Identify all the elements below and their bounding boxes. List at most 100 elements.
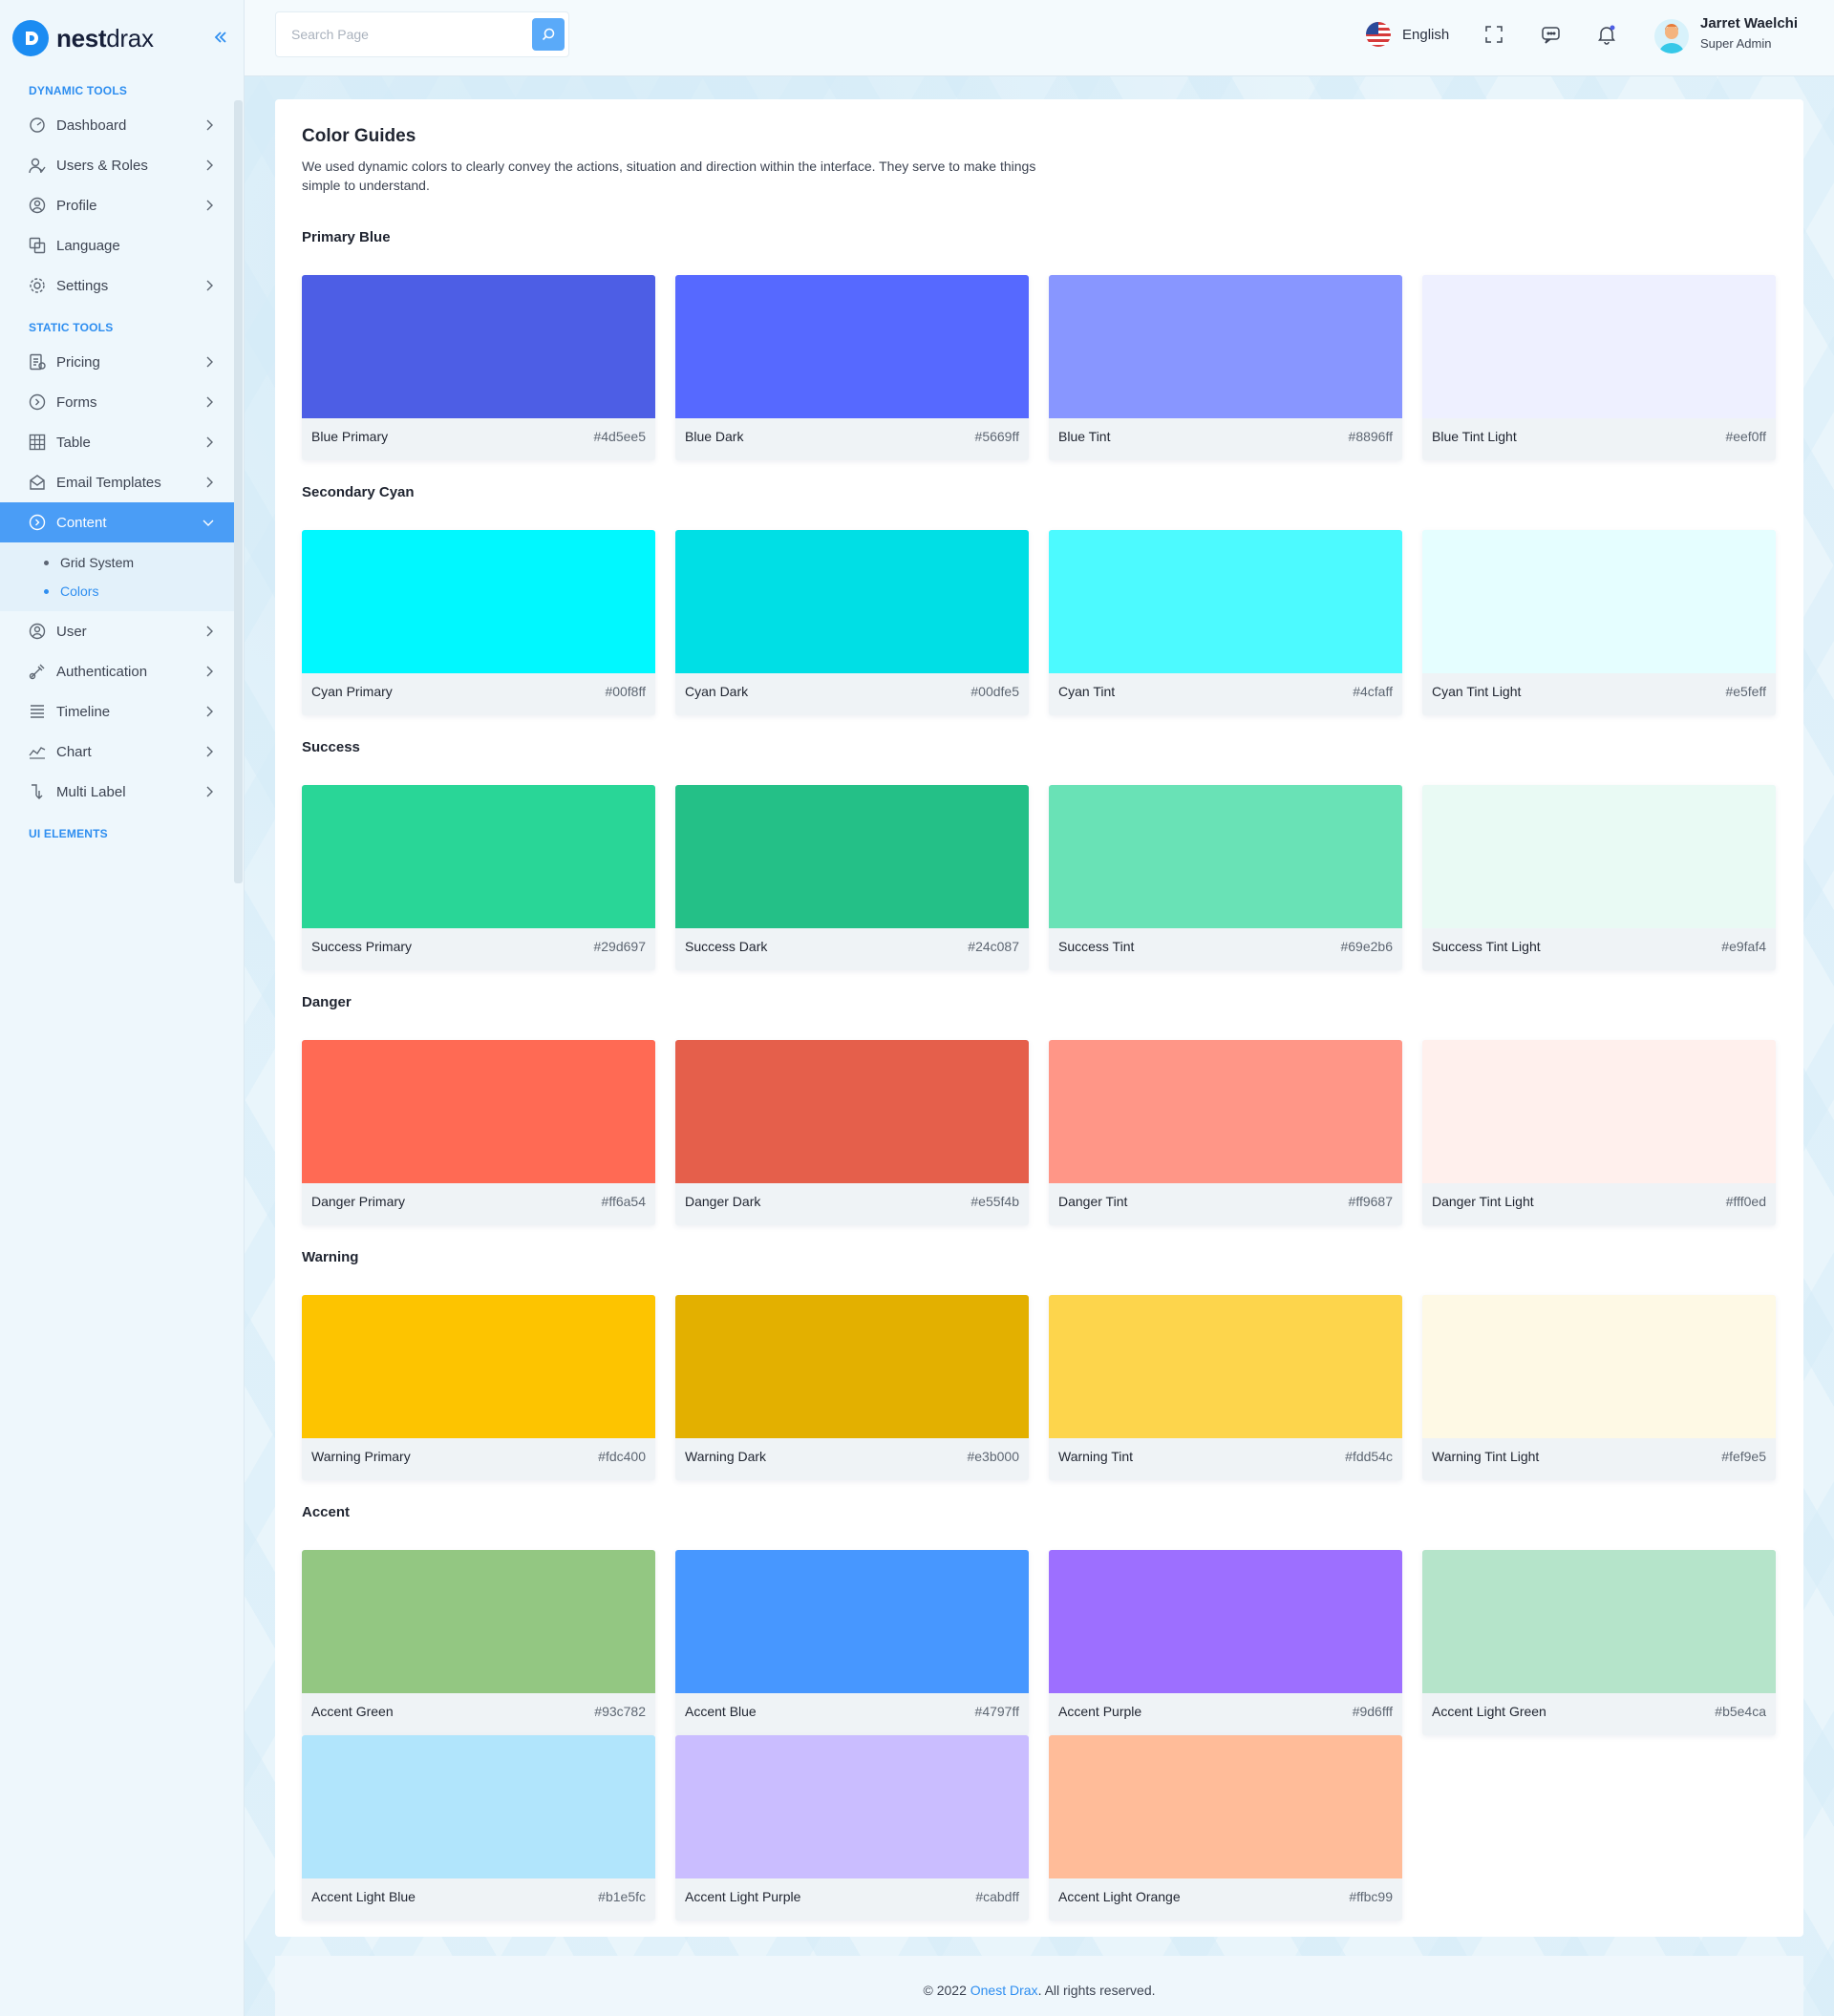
color-swatch[interactable]: Success Tint #69e2b6 (1049, 785, 1402, 970)
chevron-right-icon (203, 118, 215, 132)
sidebar-item-email-templates[interactable]: Email Templates (0, 462, 234, 502)
sidebar-item-pricing[interactable]: Pricing (0, 342, 234, 382)
color-name: Success Tint Light (1432, 939, 1541, 954)
sidebar-item-chart[interactable]: Chart (0, 732, 234, 772)
brand[interactable]: nestdrax (0, 0, 244, 76)
brand-logo-icon (12, 20, 49, 56)
sidebar-item-settings[interactable]: Settings (0, 265, 234, 306)
color-swatch-fill (675, 1295, 1029, 1438)
color-swatch-fill (675, 785, 1029, 928)
user-name[interactable]: Jarret Waelchi (1700, 15, 1798, 32)
chevron-right-icon (203, 279, 215, 292)
color-swatch[interactable]: Danger Primary #ff6a54 (302, 1040, 655, 1225)
sidebar-item-language[interactable]: Language (0, 225, 234, 265)
color-swatch-fill (1049, 1735, 1402, 1878)
color-swatch[interactable]: Accent Light Blue #b1e5fc (302, 1735, 655, 1921)
chat-icon[interactable] (1540, 23, 1563, 46)
sidebar-item-label: Forms (56, 393, 97, 411)
sidebar-subitem-colors[interactable]: Colors (0, 577, 234, 605)
color-swatch-fill (1049, 530, 1402, 673)
color-swatch[interactable]: Blue Tint #8896ff (1049, 275, 1402, 460)
email-icon (29, 474, 46, 491)
color-swatch-fill (302, 1550, 655, 1693)
sidebar-item-users-roles[interactable]: Users & Roles (0, 145, 234, 185)
color-group-title: Warning (302, 1249, 359, 1265)
sidebar-item-forms[interactable]: Forms (0, 382, 234, 422)
color-name: Danger Tint Light (1432, 1194, 1534, 1209)
color-swatch-fill (1422, 1550, 1776, 1693)
color-name: Warning Dark (685, 1449, 767, 1464)
sidebar-item-dashboard[interactable]: Dashboard (0, 105, 234, 145)
color-swatch[interactable]: Success Tint Light #e9faf4 (1422, 785, 1776, 970)
color-hex: #e5feff (1725, 684, 1766, 699)
dashboard-icon (29, 117, 46, 134)
sidebar-item-profile[interactable]: Profile (0, 185, 234, 225)
color-swatch[interactable]: Warning Tint Light #fef9e5 (1422, 1295, 1776, 1480)
collapse-sidebar-icon[interactable] (210, 27, 231, 48)
sidebar-item-content[interactable]: Content (0, 502, 234, 542)
color-name: Danger Primary (311, 1194, 406, 1209)
footer-link[interactable]: Onest Drax (970, 1983, 1038, 1998)
notification-bell-icon[interactable] (1595, 23, 1618, 46)
sidebar-item-label: Content (56, 514, 107, 531)
color-swatch[interactable]: Accent Light Green #b5e4ca (1422, 1550, 1776, 1735)
color-name: Success Primary (311, 939, 413, 954)
sidebar-scrollbar[interactable] (234, 100, 243, 883)
search-input[interactable] (276, 12, 524, 56)
search-box (275, 11, 569, 57)
color-swatch[interactable]: Accent Light Purple #cabdff (675, 1735, 1029, 1921)
color-swatch[interactable]: Blue Dark #5669ff (675, 275, 1029, 460)
color-swatch[interactable]: Danger Dark #e55f4b (675, 1040, 1029, 1225)
us-flag-icon (1366, 22, 1391, 47)
color-swatch[interactable]: Accent Blue #4797ff (675, 1550, 1029, 1735)
color-swatch-fill (302, 530, 655, 673)
color-name: Danger Tint (1058, 1194, 1128, 1209)
color-swatch[interactable]: Warning Dark #e3b000 (675, 1295, 1029, 1480)
sidebar-item-label: User (56, 623, 87, 640)
color-swatch-fill (302, 275, 655, 418)
table-icon (29, 434, 46, 451)
color-hex: #fdd54c (1345, 1449, 1393, 1464)
color-name: Accent Purple (1058, 1704, 1142, 1719)
color-swatch[interactable]: Cyan Tint Light #e5feff (1422, 530, 1776, 715)
page-title: Color Guides (302, 126, 416, 146)
color-swatch[interactable]: Warning Tint #fdd54c (1049, 1295, 1402, 1480)
color-swatch[interactable]: Success Primary #29d697 (302, 785, 655, 970)
sidebar-item-authentication[interactable]: Authentication (0, 651, 234, 691)
sidebar-item-table[interactable]: Table (0, 422, 234, 462)
color-swatch[interactable]: Warning Primary #fdc400 (302, 1295, 655, 1480)
timeline-icon (29, 703, 46, 720)
sidebar-item-user[interactable]: User (0, 611, 234, 651)
sidebar-subitem-grid-system[interactable]: Grid System (0, 548, 234, 577)
color-swatch-fill (1422, 275, 1776, 418)
sidebar-item-label: Multi Label (56, 783, 126, 800)
color-swatch[interactable]: Accent Purple #9d6fff (1049, 1550, 1402, 1735)
chevron-right-icon (203, 159, 215, 172)
color-swatch[interactable]: Accent Green #93c782 (302, 1550, 655, 1735)
color-hex: #e9faf4 (1721, 939, 1766, 954)
color-group-title: Danger (302, 994, 352, 1010)
color-swatch[interactable]: Cyan Dark #00dfe5 (675, 530, 1029, 715)
color-swatch-fill (1049, 1040, 1402, 1183)
color-name: Blue Tint (1058, 429, 1111, 444)
chevron-right-icon (203, 705, 215, 718)
color-swatch[interactable]: Danger Tint #ff9687 (1049, 1040, 1402, 1225)
fullscreen-icon[interactable] (1482, 23, 1505, 46)
color-swatch[interactable]: Danger Tint Light #fff0ed (1422, 1040, 1776, 1225)
color-name: Cyan Dark (685, 684, 749, 699)
color-swatch-fill (302, 1735, 655, 1878)
color-swatch[interactable]: Success Dark #24c087 (675, 785, 1029, 970)
color-swatch[interactable]: Cyan Tint #4cfaff (1049, 530, 1402, 715)
color-swatch[interactable]: Accent Light Orange #ffbc99 (1049, 1735, 1402, 1921)
search-button[interactable] (532, 18, 565, 51)
avatar[interactable] (1654, 19, 1689, 53)
sidebar-item-timeline[interactable]: Timeline (0, 691, 234, 732)
sidebar-subitem-label: Grid System (60, 555, 135, 570)
language-selector[interactable]: English (1366, 21, 1449, 48)
color-swatch[interactable]: Blue Primary #4d5ee5 (302, 275, 655, 460)
color-swatch[interactable]: Cyan Primary #00f8ff (302, 530, 655, 715)
color-name: Accent Green (311, 1704, 394, 1719)
sidebar-item-multi-label[interactable]: Multi Label (0, 772, 234, 812)
color-hex: #4797ff (974, 1704, 1019, 1719)
color-swatch[interactable]: Blue Tint Light #eef0ff (1422, 275, 1776, 460)
